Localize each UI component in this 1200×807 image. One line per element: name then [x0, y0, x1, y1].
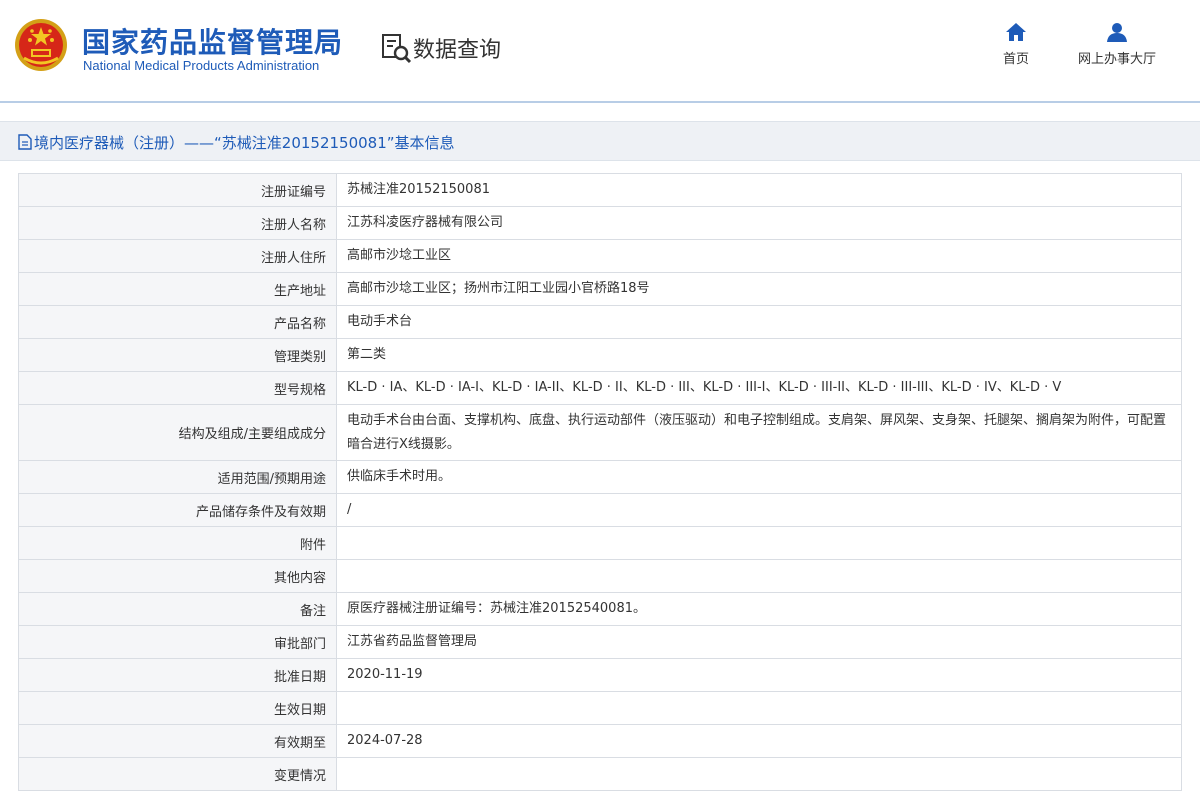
table-row: 适用范围/预期用途 供临床手术时用。	[18, 460, 1182, 494]
field-label: 产品储存条件及有效期	[18, 493, 337, 527]
breadcrumb: 境内医疗器械（注册）——“苏械注准20152150081”基本信息	[0, 121, 1200, 161]
field-value: 2020-11-19	[336, 658, 1182, 692]
field-label: 生产地址	[18, 272, 337, 306]
field-value	[336, 559, 1182, 593]
nav-home-label: 首页	[1002, 52, 1029, 67]
table-row: 生效日期	[18, 691, 1182, 725]
field-value: 供临床手术时用。	[336, 460, 1182, 494]
field-value: 高邮市沙埝工业区	[336, 239, 1182, 273]
user-icon	[1107, 23, 1127, 42]
field-label: 管理类别	[18, 338, 337, 372]
table-row: 结构及组成/主要组成成分 电动手术台由台面、支撑机构、底盘、执行运动部件（液压驱动…	[18, 404, 1182, 461]
field-label: 其他内容	[18, 559, 337, 593]
table-row: 有效期至 2024-07-28	[18, 724, 1182, 758]
table-row: 注册人名称 江苏科凌医疗器械有限公司	[18, 206, 1182, 240]
field-value: 江苏省药品监督管理局	[336, 625, 1182, 659]
field-label: 变更情况	[18, 757, 337, 791]
field-value	[336, 691, 1182, 725]
field-label: 适用范围/预期用途	[18, 460, 337, 494]
field-label: 型号规格	[18, 371, 337, 405]
home-icon	[1006, 23, 1026, 41]
nav-home[interactable]: 首页	[994, 22, 1038, 67]
field-value: 原医疗器械注册证编号：苏械注准20152540081。	[336, 592, 1182, 626]
field-label: 产品名称	[18, 305, 337, 339]
table-row: 生产地址 高邮市沙埝工业区；扬州市江阳工业园小官桥路18号	[18, 272, 1182, 306]
field-label: 有效期至	[18, 724, 337, 758]
field-value: 苏械注准20152150081	[336, 173, 1182, 207]
data-query-icon	[382, 34, 412, 64]
field-label: 结构及组成/主要组成成分	[18, 404, 337, 461]
header-divider	[0, 101, 1200, 103]
table-row: 变更情况	[18, 757, 1182, 791]
field-value	[336, 526, 1182, 560]
registration-info-table: 注册证编号 苏械注准20152150081 注册人名称 江苏科凌医疗器械有限公司 注册人…	[18, 173, 1182, 791]
org-name-cn[interactable]: 国家药品监督管理局	[82, 21, 343, 61]
field-label: 备注	[18, 592, 337, 626]
field-label: 批准日期	[18, 658, 337, 692]
nav-online-hall[interactable]: 网上办事大厅	[1067, 22, 1167, 67]
table-row: 注册证编号 苏械注准20152150081	[18, 173, 1182, 207]
site-header: 国家药品监督管理局 National Medical Products Admi…	[0, 0, 1200, 100]
field-value: 第二类	[336, 338, 1182, 372]
table-row: 管理类别 第二类	[18, 338, 1182, 372]
field-value: 电动手术台由台面、支撑机构、底盘、执行运动部件（液压驱动）和电子控制组成。支肩架…	[336, 404, 1182, 461]
document-icon	[18, 134, 32, 150]
field-value: 江苏科凌医疗器械有限公司	[336, 206, 1182, 240]
field-value: 2024-07-28	[336, 724, 1182, 758]
section-title: 数据查询	[413, 38, 502, 63]
field-label: 附件	[18, 526, 337, 560]
national-emblem-icon[interactable]	[14, 18, 68, 72]
field-value: KL-D · IA、KL-D · IA-I、KL-D · IA-II、KL-D …	[336, 371, 1182, 405]
field-label: 注册人名称	[18, 206, 337, 240]
field-value	[336, 757, 1182, 791]
field-label: 注册人住所	[18, 239, 337, 273]
table-row: 备注 原医疗器械注册证编号：苏械注准20152540081。	[18, 592, 1182, 626]
breadcrumb-text: 境内医疗器械（注册）——“苏械注准20152150081”基本信息	[34, 134, 455, 152]
field-value: 电动手术台	[336, 305, 1182, 339]
table-row: 型号规格 KL-D · IA、KL-D · IA-I、KL-D · IA-II、K…	[18, 371, 1182, 405]
table-row: 产品储存条件及有效期 /	[18, 493, 1182, 527]
field-label: 注册证编号	[18, 173, 337, 207]
org-name-en[interactable]: National Medical Products Administration	[83, 58, 319, 73]
field-label: 审批部门	[18, 625, 337, 659]
table-row: 附件	[18, 526, 1182, 560]
table-row: 产品名称 电动手术台	[18, 305, 1182, 339]
field-value: /	[336, 493, 1182, 527]
field-value: 高邮市沙埝工业区；扬州市江阳工业园小官桥路18号	[336, 272, 1182, 306]
table-row: 审批部门 江苏省药品监督管理局	[18, 625, 1182, 659]
field-label: 生效日期	[18, 691, 337, 725]
table-row: 注册人住所 高邮市沙埝工业区	[18, 239, 1182, 273]
table-row: 其他内容	[18, 559, 1182, 593]
nav-online-hall-label: 网上办事大厅	[1077, 52, 1156, 67]
table-row: 批准日期 2020-11-19	[18, 658, 1182, 692]
